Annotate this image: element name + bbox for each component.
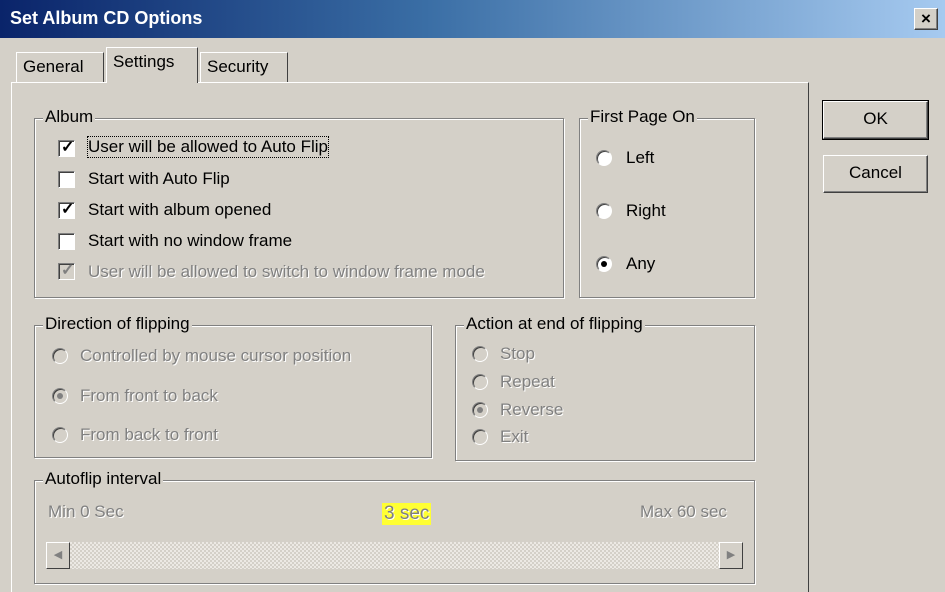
direction-back-front-label: From back to front	[80, 425, 218, 444]
cancel-button-label: Cancel	[849, 163, 902, 182]
tab-security[interactable]: Security	[200, 52, 288, 82]
ok-button-label: OK	[863, 109, 888, 128]
end-action-stop-label: Stop	[500, 344, 535, 363]
start-auto-flip-label[interactable]: Start with Auto Flip	[88, 169, 230, 189]
window-title: Set Album CD Options	[10, 8, 203, 28]
no-window-frame-checkbox[interactable]	[58, 233, 75, 250]
tab-settings[interactable]: Settings	[106, 47, 198, 83]
title-bar: Set Album CD Options ×	[0, 0, 945, 38]
start-album-opened-label[interactable]: Start with album opened	[88, 200, 271, 220]
album-legend: Album	[43, 107, 96, 127]
direction-front-back-label: From front to back	[80, 386, 218, 405]
window-frame-mode-checkbox: ✓	[58, 262, 75, 280]
auto-flip-allowed-label[interactable]: User will be allowed to Auto Flip	[86, 136, 330, 158]
radio-dot-icon	[57, 393, 63, 399]
autoflip-value-label: 3 sec	[382, 503, 432, 525]
autoflip-legend: Autoflip interval	[43, 469, 164, 489]
checkmark-icon: ✓	[61, 139, 75, 156]
first-page-legend: First Page On	[588, 107, 697, 127]
radio-dot-icon	[601, 261, 607, 267]
first-page-right-radio[interactable]	[596, 203, 612, 219]
end-action-repeat-label: Repeat	[500, 372, 555, 391]
direction-mouse-label: Controlled by mouse cursor position	[80, 346, 352, 365]
end-action-stop-radio	[472, 346, 488, 362]
close-icon: ×	[921, 9, 931, 28]
tab-security-label: Security	[207, 57, 269, 76]
tab-general[interactable]: General	[16, 52, 104, 82]
direction-mouse-radio	[52, 348, 68, 364]
checkmark-icon: ✓	[61, 262, 75, 279]
end-action-exit-label: Exit	[500, 427, 529, 446]
arrow-right-icon: ▶	[726, 549, 736, 561]
direction-legend: Direction of flipping	[43, 314, 192, 334]
tab-settings-label: Settings	[113, 52, 175, 71]
ok-button[interactable]: OK	[822, 100, 929, 140]
direction-front-back-radio	[52, 388, 68, 404]
window-frame-mode-label: User will be allowed to switch to window…	[88, 262, 485, 281]
close-button[interactable]: ×	[914, 8, 938, 30]
auto-flip-allowed-checkbox[interactable]: ✓	[58, 139, 75, 157]
no-window-frame-label[interactable]: Start with no window frame	[88, 231, 292, 251]
first-page-any-radio[interactable]	[596, 256, 612, 272]
first-page-left-radio[interactable]	[596, 150, 612, 166]
first-page-any-label[interactable]: Any	[626, 254, 655, 274]
radio-dot-icon	[477, 407, 483, 413]
cancel-button[interactable]: Cancel	[823, 155, 928, 193]
arrow-left-icon: ◀	[53, 549, 63, 561]
autoflip-slider[interactable]: ◀ ▶	[46, 542, 743, 569]
end-action-reverse-label: Reverse	[500, 400, 564, 419]
first-page-left-label[interactable]: Left	[626, 148, 654, 168]
autoflip-max-label: Max 60 sec	[640, 502, 727, 521]
scroll-left-button[interactable]: ◀	[46, 542, 70, 569]
autoflip-min-label: Min 0 Sec	[48, 502, 124, 521]
end-action-exit-radio	[472, 429, 488, 445]
start-album-opened-checkbox[interactable]: ✓	[58, 201, 75, 219]
direction-back-front-radio	[52, 427, 68, 443]
end-action-reverse-radio	[472, 402, 488, 418]
tab-general-label: General	[23, 57, 84, 76]
scroll-right-button[interactable]: ▶	[719, 542, 743, 569]
end-action-repeat-radio	[472, 374, 488, 390]
start-auto-flip-checkbox[interactable]	[58, 171, 75, 188]
checkmark-icon: ✓	[61, 201, 75, 218]
first-page-right-label[interactable]: Right	[626, 201, 666, 221]
end-action-legend: Action at end of flipping	[464, 314, 645, 334]
